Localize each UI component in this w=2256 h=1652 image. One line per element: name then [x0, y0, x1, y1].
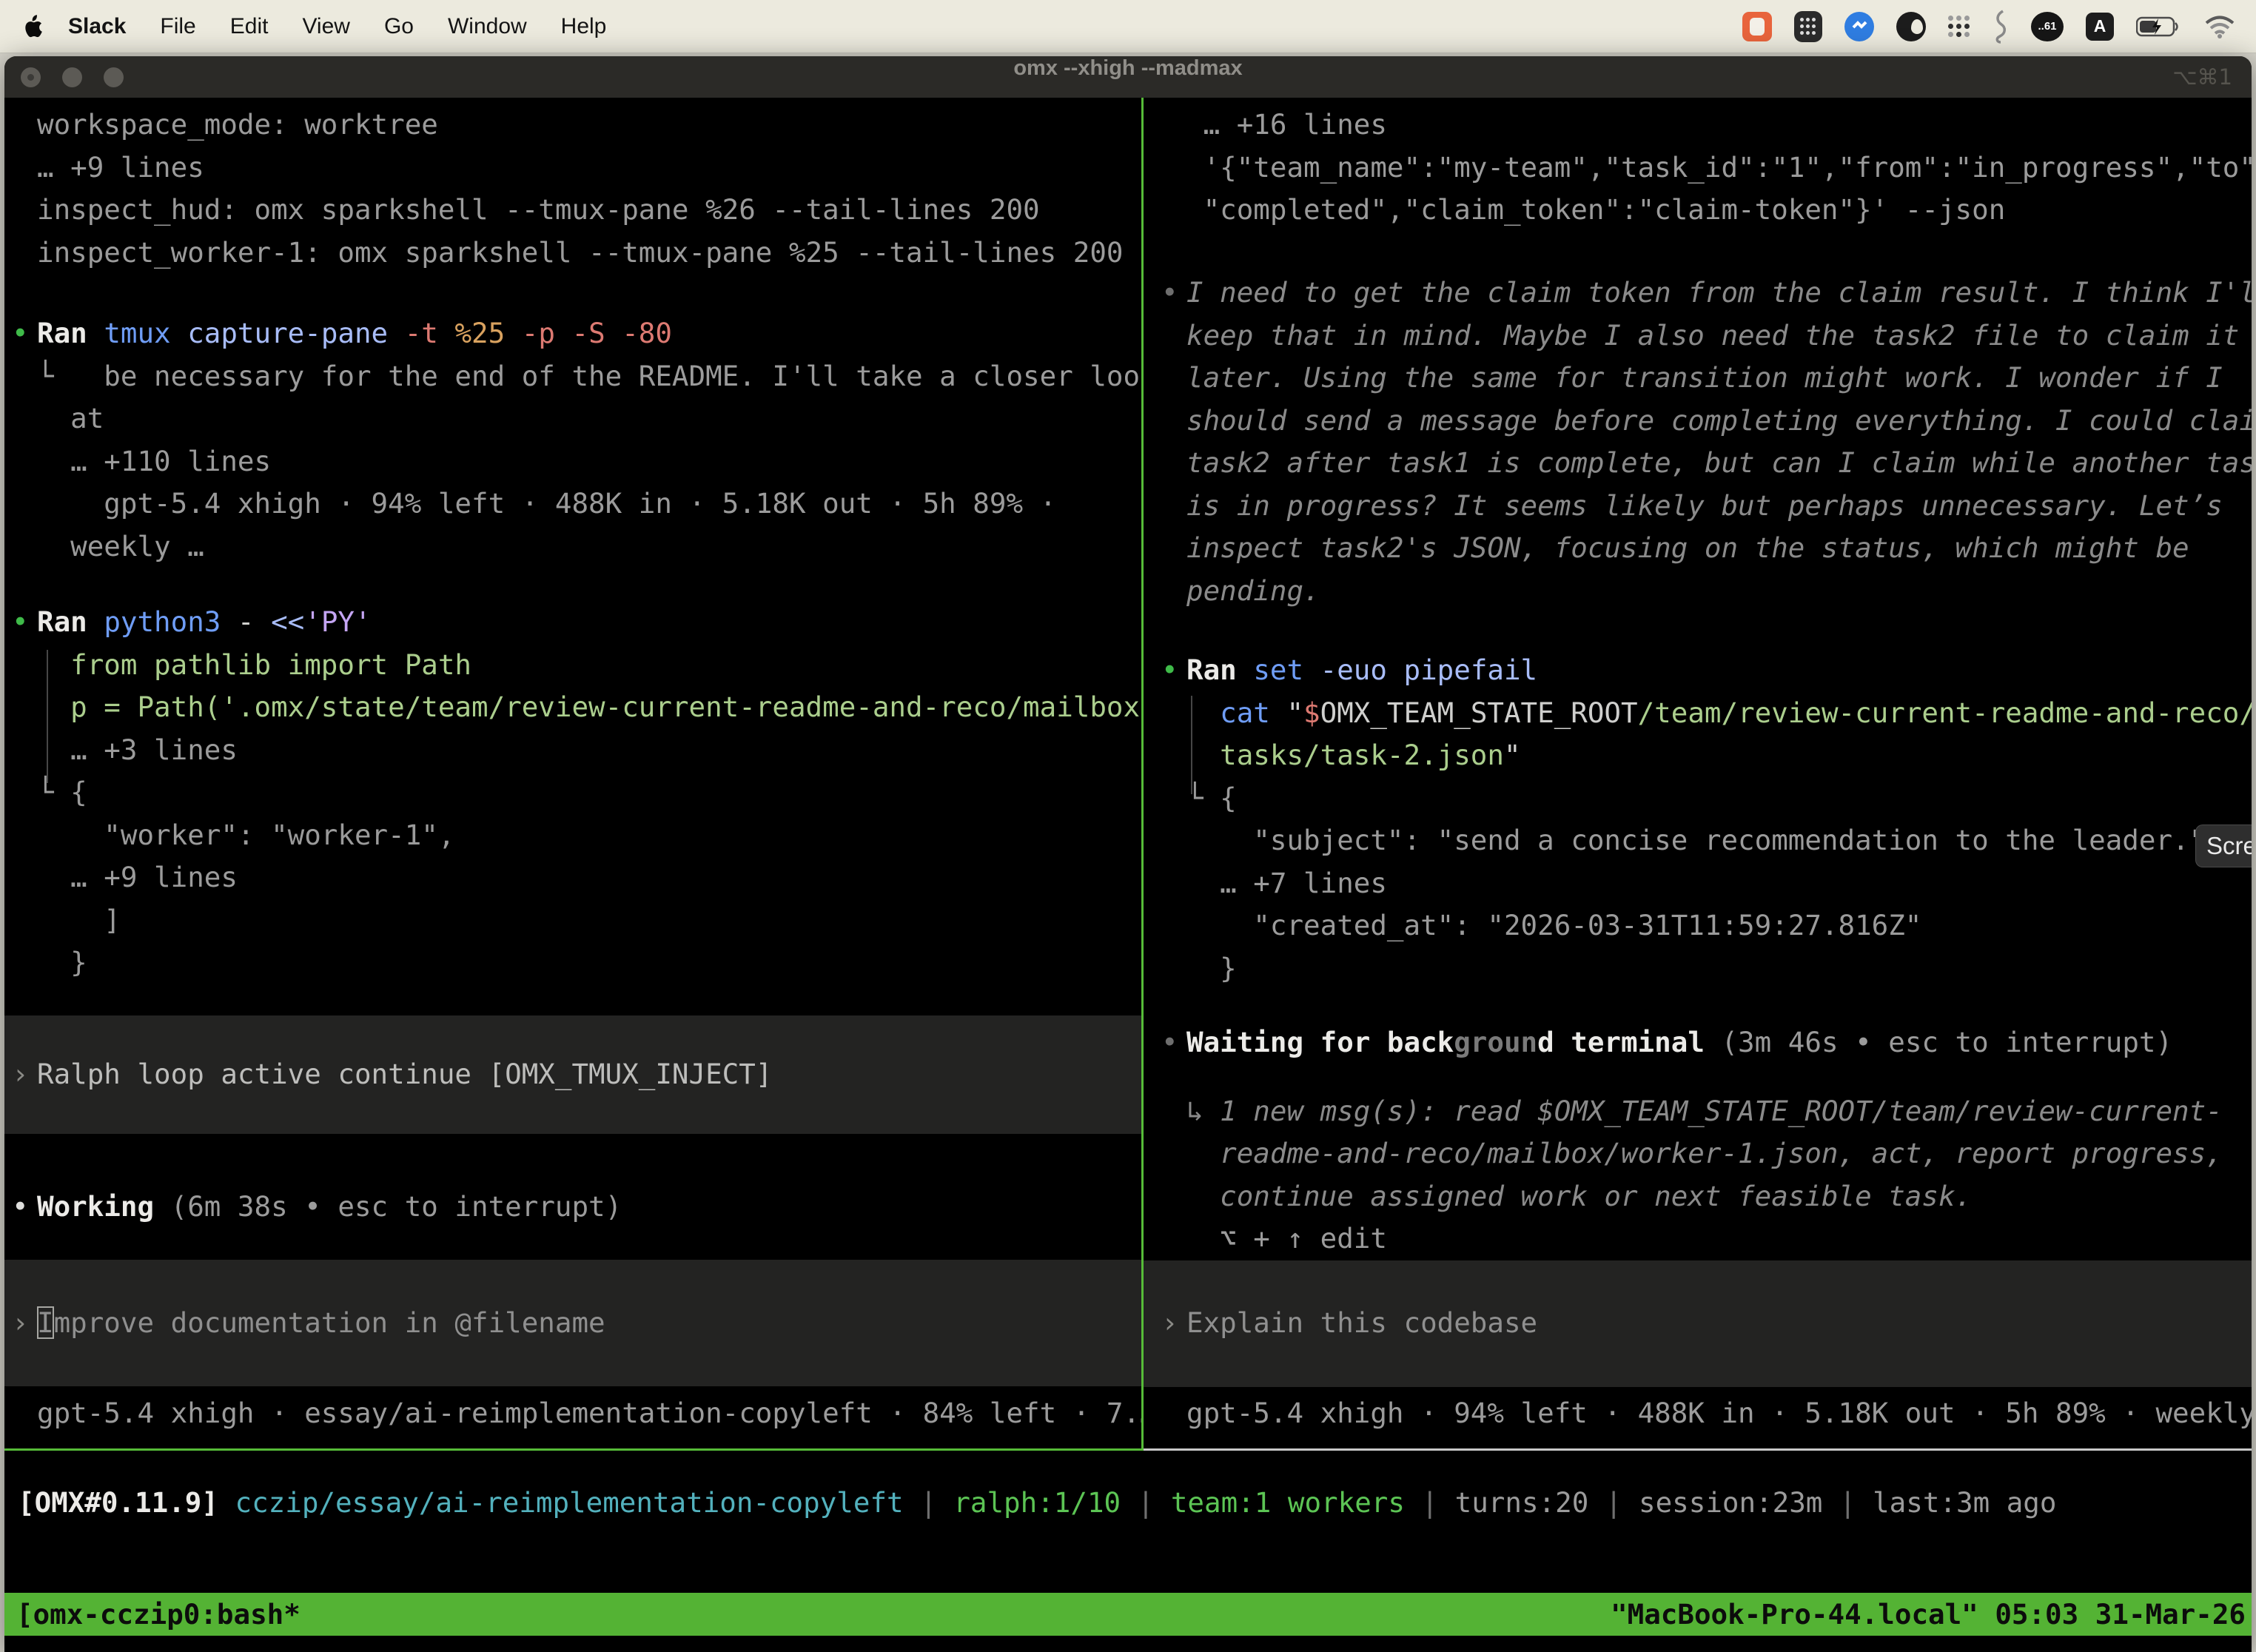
terminal-line: keep that in mind. Maybe I also need the…: [1144, 315, 2252, 357]
terminal-line: … +9 lines: [4, 856, 1141, 899]
line-bullet: •: [1161, 1021, 1178, 1064]
wifi-icon[interactable]: [2204, 15, 2235, 38]
omx-status-line: [OMX#0.11.9] cczip/essay/ai-reimplementa…: [4, 1482, 2252, 1525]
line-bullet: ›: [12, 1302, 29, 1345]
line-bullet: •: [12, 1186, 29, 1229]
menu-status-icons: ..61 A: [1742, 10, 2235, 44]
menu-item-edit[interactable]: Edit: [230, 14, 269, 39]
terminal-line: gpt-5.4 xhigh · 94% left · 488K in · 5.1…: [1144, 1392, 2252, 1435]
menu-item-window[interactable]: Window: [448, 14, 527, 39]
tmux-status-bar[interactable]: [omx-cczip0:bash* "MacBook-Pro-44.local"…: [4, 1593, 2252, 1636]
moon-pie-icon[interactable]: [1896, 12, 1926, 41]
indent-guide: [1191, 696, 1192, 794]
input-source-icon[interactable]: A: [2086, 13, 2114, 41]
terminal-line: task2 after task1 is complete, but can I…: [1144, 442, 2252, 485]
terminal-line: └ {: [4, 771, 1141, 814]
window-title: omx --xhigh --madmax: [4, 56, 2252, 98]
window-title-bar[interactable]: omx --xhigh --madmax ⌥⌘1: [4, 56, 2252, 98]
terminal-line: [OMX#0.11.9] cczip/essay/ai-reimplementa…: [4, 1482, 2252, 1525]
terminal-line: "worker": "worker-1",: [4, 814, 1141, 857]
terminal-line: continue assigned work or next feasible …: [1144, 1175, 2252, 1218]
menu-item-go[interactable]: Go: [384, 14, 414, 39]
menu-item-file[interactable]: File: [160, 14, 195, 39]
line-bullet: •: [1161, 649, 1178, 692]
apple-logo-icon[interactable]: [21, 13, 43, 40]
terminal-line: at: [4, 397, 1141, 440]
terminal-line: }: [1144, 947, 2252, 990]
terminal-line: └ be necessary for the end of the README…: [4, 355, 1141, 398]
line-bullet: •: [12, 312, 29, 355]
terminal-line: •Ran tmux capture-pane -t %25 -p -S -80: [4, 312, 1141, 355]
terminal-line: readme-and-reco/mailbox/worker-1.json, a…: [1144, 1132, 2252, 1175]
terminal-line: "completed","claim_token":"claim-token"}…: [1144, 189, 2252, 232]
terminal-line: should send a message before completing …: [1144, 400, 2252, 443]
terminal-line: tasks/task-2.json": [1144, 734, 2252, 777]
terminal-line: gpt-5.4 xhigh · 94% left · 488K in · 5.1…: [4, 483, 1141, 526]
tmux-pane-right[interactable]: … +16 lines '{"team_name":"my-team","tas…: [1144, 98, 2252, 1448]
tmux-host-clock: "MacBook-Pro-44.local" 05:03 31-Mar-26: [1611, 1593, 2246, 1636]
window-shortcut-hint: ⌥⌘1: [2172, 56, 2232, 98]
terminal-line: … +3 lines: [4, 729, 1141, 772]
indent-guide: [47, 650, 48, 783]
line-bullet: •: [1161, 272, 1178, 315]
terminal-line: └ {: [1144, 777, 2252, 820]
terminal-line: p = Path('.omx/state/team/review-current…: [4, 686, 1141, 729]
tmux-pane-left[interactable]: workspace_mode: worktree… +9 linesinspec…: [4, 98, 1141, 1448]
terminal-line: •Waiting for background terminal (3m 46s…: [1144, 1021, 2252, 1064]
line-bullet: ›: [12, 1053, 29, 1096]
terminal-line: from pathlib import Path: [4, 644, 1141, 687]
terminal-line: •Ran set -euo pipefail: [1144, 649, 2252, 692]
pane-border-active: [4, 1448, 1144, 1451]
keypad-icon[interactable]: [1794, 11, 1822, 42]
terminal-content: workspace_mode: worktree… +9 linesinspec…: [4, 98, 2252, 1652]
menu-item-view[interactable]: View: [302, 14, 349, 39]
battery-icon[interactable]: [2136, 16, 2182, 38]
terminal-line: pending.: [1144, 570, 2252, 613]
terminal-line: "subject": "send a concise recommendatio…: [1144, 819, 2252, 862]
terminal-line: gpt-5.4 xhigh · essay/ai-reimplementatio…: [4, 1392, 1141, 1435]
terminal-line: … +7 lines: [1144, 862, 2252, 905]
terminal-line: ↳ 1 new msg(s): read $OMX_TEAM_STATE_ROO…: [1144, 1090, 2252, 1133]
screen-share-overlay[interactable]: Scre: [2195, 825, 2252, 867]
dots-grid-icon[interactable]: [1948, 16, 1970, 38]
terminal-line: ›Explain this codebase: [1144, 1260, 2252, 1387]
terminal-line: ›Ralph loop active continue [OMX_TMUX_IN…: [4, 1015, 1141, 1134]
terminal-line: … +9 lines: [4, 147, 1141, 189]
terminal-line: •Working (6m 38s • esc to interrupt): [4, 1186, 1141, 1229]
pane-border-inactive: [1144, 1448, 2252, 1451]
terminal-line: "created_at": "2026-03-31T11:59:27.816Z": [1144, 904, 2252, 947]
terminal-line: workspace_mode: worktree: [4, 104, 1141, 147]
terminal-line: •I need to get the claim token from the …: [1144, 272, 2252, 315]
terminal-window: omx --xhigh --madmax ⌥⌘1 workspace_mode:…: [4, 56, 2252, 1652]
messenger-icon[interactable]: [1844, 12, 1874, 41]
terminal-line: later. Using the same for transition mig…: [1144, 357, 2252, 400]
terminal-line: is in progress? It seems likely but perh…: [1144, 485, 2252, 528]
screen: Slack File Edit View Go Window Help ..61 A: [0, 0, 2256, 1652]
terminal-line: ]: [4, 899, 1141, 942]
line-bullet: ›: [1161, 1302, 1178, 1345]
terminal-line: ›Improve documentation in @filename: [4, 1260, 1141, 1386]
line-bullet: •: [12, 601, 29, 644]
terminal-line: }: [4, 941, 1141, 984]
terminal-line: cat "$OMX_TEAM_STATE_ROOT/team/review-cu…: [1144, 692, 2252, 735]
screenshot-icon[interactable]: [1742, 12, 1772, 41]
terminal-line: '{"team_name":"my-team","task_id":"1","f…: [1144, 147, 2252, 189]
menu-items: Slack File Edit View Go Window Help: [68, 14, 606, 39]
terminal-line: … +16 lines: [1144, 104, 2252, 147]
terminal-line: •Ran python3 - <<'PY': [4, 601, 1141, 644]
terminal-line: ⌥ + ↑ edit: [1144, 1218, 2252, 1260]
macos-menu-bar: Slack File Edit View Go Window Help ..61 A: [0, 0, 2256, 53]
menu-item-help[interactable]: Help: [561, 14, 607, 39]
terminal-line: inspect_worker-1: omx sparkshell --tmux-…: [4, 232, 1141, 275]
terminal-line: … +110 lines: [4, 440, 1141, 483]
terminal-line: inspect task2's JSON, focusing on the st…: [1144, 527, 2252, 570]
menu-item-slack[interactable]: Slack: [68, 14, 126, 39]
hook-icon[interactable]: [1993, 10, 2009, 44]
terminal-line: weekly …: [4, 526, 1141, 568]
terminal-line: inspect_hud: omx sparkshell --tmux-pane …: [4, 189, 1141, 232]
counter-badge-icon[interactable]: ..61: [2031, 12, 2064, 41]
tmux-session-label: [omx-cczip0:bash*: [16, 1593, 301, 1636]
